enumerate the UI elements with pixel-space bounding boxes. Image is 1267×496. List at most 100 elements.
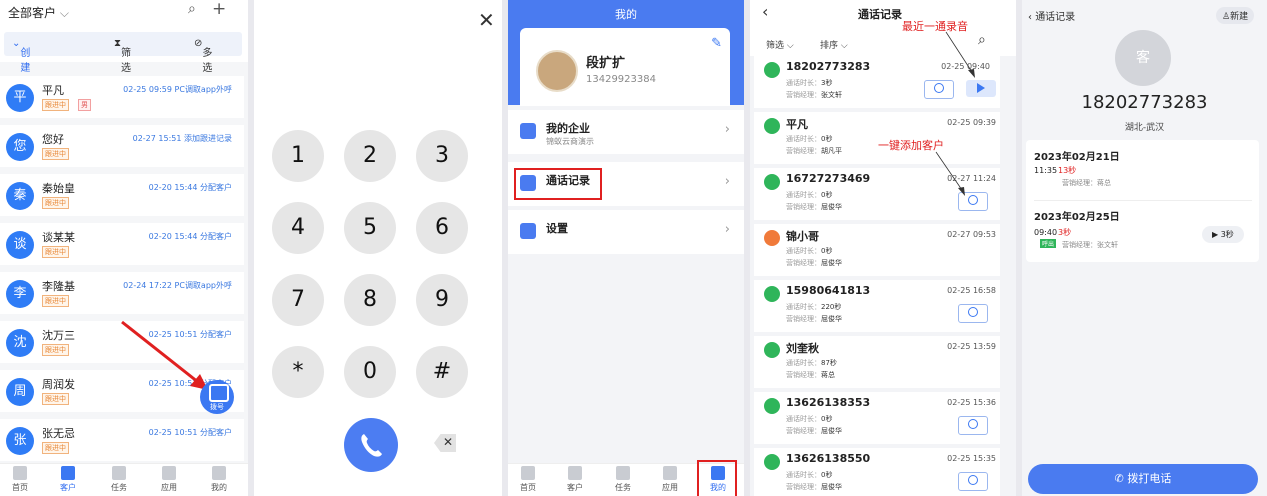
back-button[interactable]: ‹ 通话记录 [1028, 8, 1075, 23]
highlight-box [697, 460, 737, 496]
tab-customers[interactable]: 客户 [48, 466, 88, 493]
customer-name: 沈万三 [42, 329, 75, 342]
history-manager: 营销经理：蒋总 [1062, 179, 1111, 187]
history-duration: 3秒 [1058, 228, 1072, 237]
annotation-arrows [935, 31, 975, 196]
dial-key[interactable]: 7 [272, 274, 324, 326]
call-button[interactable] [344, 418, 398, 472]
customer-row[interactable]: 张张无忌 跟进中 02-25 10:51 分配客户 [0, 419, 244, 461]
company-icon [520, 123, 536, 139]
apps-icon [162, 466, 176, 480]
history-duration: 13秒 [1058, 166, 1077, 175]
user-name: 段扩扩 [586, 56, 626, 71]
status-badge: 跟进中 [42, 344, 69, 356]
customer-row[interactable]: 秦秦始皇 跟进中 02-20 15:44 分配客户 [0, 174, 244, 216]
tab-tasks[interactable]: 任务 [603, 466, 643, 493]
avatar: 客 [1115, 30, 1171, 86]
dial-key[interactable]: # [416, 346, 468, 398]
gender-badge: 男 [78, 99, 91, 111]
chevron-right-icon: › [724, 122, 730, 137]
filter-button[interactable]: ⧗ 筛选 [114, 38, 131, 74]
menu-label: 我的企业 [546, 122, 590, 135]
customer-row[interactable]: 李李隆基 跟进中 02-24 17:22 PC调取app外呼 [0, 272, 244, 314]
customers-icon [61, 466, 75, 480]
dial-key[interactable]: 3 [416, 130, 468, 182]
make-call-button[interactable]: ✆ 拨打电话 [1028, 464, 1258, 494]
customer-activity: 02-20 15:44 分配客户 [148, 183, 232, 192]
backspace-icon: ✕ [443, 435, 454, 449]
customer-row[interactable]: 平平凡跟进中男 02-25 09:59 PC调取app外呼 [0, 76, 244, 118]
tab-label: 首页 [520, 483, 536, 492]
settings-icon [520, 223, 536, 239]
customer-name: 张无忌 [42, 427, 75, 440]
customer-activity: 02-25 09:59 PC调取app外呼 [123, 85, 232, 94]
tab-home[interactable]: 首页 [508, 466, 548, 493]
customer-row[interactable]: 您您好 跟进中 02-27 15:51 添加跟进记录 [0, 125, 244, 167]
avatar: 平 [6, 84, 34, 112]
close-icon[interactable]: ✕ [478, 8, 495, 32]
tab-apps[interactable]: 应用 [149, 466, 189, 493]
add-icon[interactable]: + [212, 0, 226, 19]
edit-icon[interactable]: ✎ [711, 36, 722, 51]
filter-label: 筛选 [121, 48, 132, 74]
dial-key[interactable]: 0 [344, 346, 396, 398]
status-badge: 跟进中 [42, 99, 69, 111]
dial-fab-icon [209, 384, 229, 402]
filter-bar: ⌄ 创建时间 ⧗ 筛选 ⊘ 多选 [4, 32, 242, 104]
chevron-right-icon: › [724, 222, 730, 237]
avatar: 李 [6, 280, 34, 308]
menu-label: 设置 [546, 222, 568, 235]
dial-key[interactable]: 5 [344, 202, 396, 254]
customer-name: 秦始皇 [42, 182, 75, 195]
status-badge: 跟进中 [42, 393, 69, 405]
play-recording-button[interactable]: ▶ 3秒 [1202, 226, 1244, 243]
bottom-tab-bar: 首页 客户 任务 应用 我的 [508, 460, 744, 496]
dial-fab[interactable]: 拨号 [200, 380, 234, 414]
menu-call-records[interactable]: 通话记录 › [508, 162, 744, 206]
avatar [536, 50, 578, 92]
page-title: 我的 [615, 8, 637, 21]
tab-label: 客户 [567, 483, 583, 492]
dial-key[interactable]: 6 [416, 202, 468, 254]
tab-customers[interactable]: 客户 [555, 466, 595, 493]
customer-name: 您好 [42, 133, 64, 146]
dial-key[interactable]: 4 [272, 202, 324, 254]
history-time: 11:35 [1034, 166, 1058, 175]
history-time: 09:40 [1034, 228, 1058, 237]
tab-home[interactable]: 首页 [0, 466, 40, 493]
play-duration: 3秒 [1220, 230, 1234, 239]
dial-key[interactable]: 2 [344, 130, 396, 182]
profile-card[interactable]: 段扩扩 13429923384 ✎ [520, 28, 730, 106]
back-label: 通话记录 [1035, 12, 1076, 23]
highlight-box [514, 168, 602, 200]
customer-row[interactable]: 谈谈某某 跟进中 02-20 15:44 分配客户 [0, 223, 244, 265]
location: 湖北-武汉 [1124, 123, 1165, 133]
menu-my-company[interactable]: 我的企业 锦蚁云商演示 › [508, 110, 744, 154]
apps-icon [663, 466, 677, 480]
backspace-button[interactable]: ✕ [434, 434, 456, 452]
status-badge: 跟进中 [42, 246, 69, 258]
status-badge: 跟进中 [42, 295, 69, 307]
history-date: 2023年02月25日 [1034, 212, 1120, 223]
dial-key[interactable]: * [272, 346, 324, 398]
dial-key[interactable]: 1 [272, 130, 324, 182]
divider [1034, 200, 1252, 201]
menu-settings[interactable]: 设置 › [508, 210, 744, 254]
customer-scope-dropdown[interactable]: 全部客户 ⌵ [8, 4, 69, 21]
call-detail-panel: ‹ 通话记录 ♙新建 客 18202773283 湖北-武汉 2023年02月2… [1022, 0, 1267, 496]
dial-key[interactable]: 8 [344, 274, 396, 326]
search-icon[interactable]: ⌕ [188, 1, 196, 17]
tab-tasks[interactable]: 任务 [99, 466, 139, 493]
status-badge: 跟进中 [42, 442, 69, 454]
sort-created-time[interactable]: ⌄ 创建时间 [12, 38, 30, 104]
tab-mine[interactable]: 我的 [199, 466, 239, 493]
tab-label: 应用 [161, 483, 177, 492]
dial-key[interactable]: 9 [416, 274, 468, 326]
menu-sub: 锦蚁云商演示 [546, 137, 594, 146]
customer-name: 平凡 [42, 84, 64, 97]
avatar: 您 [6, 133, 34, 161]
tab-apps[interactable]: 应用 [650, 466, 690, 493]
multi-select-label: 多选 [202, 48, 213, 74]
new-button[interactable]: ♙新建 [1216, 7, 1255, 24]
multi-select-button[interactable]: ⊘ 多选 [194, 38, 212, 74]
